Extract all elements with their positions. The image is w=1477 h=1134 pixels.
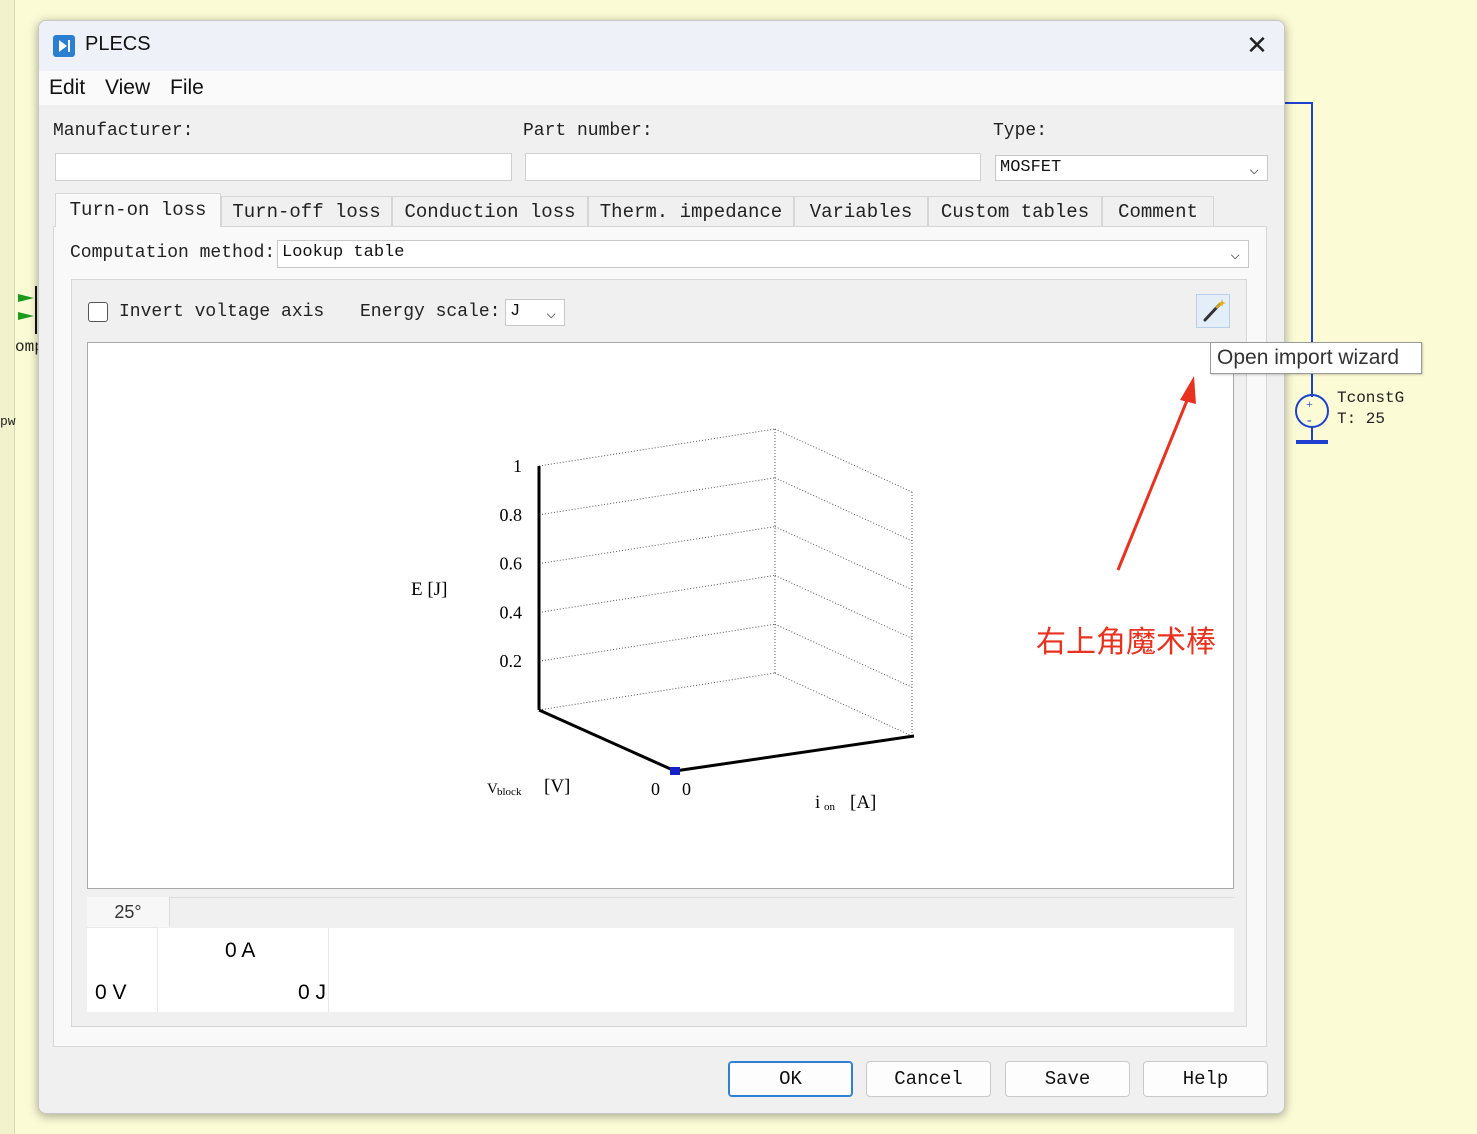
window-title: PLECS	[85, 33, 151, 55]
z-gridline	[774, 477, 913, 542]
z-gridline	[774, 526, 913, 591]
part-number-input[interactable]	[525, 153, 981, 181]
component-name: TconstG	[1337, 389, 1405, 407]
save-button[interactable]: Save	[1005, 1061, 1130, 1097]
invert-voltage-checkbox[interactable]	[88, 302, 108, 322]
energy-scale-label: Energy scale:	[360, 302, 501, 322]
svg-text:i: i	[815, 792, 820, 813]
energy-value-cell[interactable]: 0 J	[298, 981, 326, 1005]
energy-3d-axes: 1 0.8 0.6 0.4 0.2 E [J] V block [V] i on [A]…	[411, 428, 915, 813]
menu-view[interactable]: View	[105, 76, 150, 100]
z-gridline	[538, 623, 776, 662]
svg-text:[V]: [V]	[544, 776, 570, 797]
magic-wand-icon	[1203, 299, 1226, 322]
component-param: T: 25	[1337, 410, 1386, 428]
energy-scale-select[interactable]: J ⌵	[505, 299, 565, 326]
z-axis-label: E [J]	[411, 579, 447, 600]
type-label: Type:	[993, 121, 1048, 141]
manufacturer-input[interactable]	[55, 153, 512, 181]
tab-comment[interactable]: Comment	[1102, 196, 1214, 226]
z-gridline	[538, 477, 776, 516]
z-tick-label: 0.6	[500, 554, 523, 574]
z-tick-label: 0.8	[500, 505, 523, 525]
annotation-text: 右上角魔术棒	[1036, 626, 1216, 659]
tab-variables[interactable]: Variables	[794, 196, 928, 226]
table-divider	[87, 927, 157, 928]
tab-conduction-loss[interactable]: Conduction loss	[392, 196, 588, 226]
close-icon[interactable]: ✕	[1243, 31, 1271, 59]
table-divider	[328, 927, 329, 1012]
v-axis-label: V block [V]	[487, 776, 570, 798]
voltage-row-cell[interactable]: 0 V	[95, 981, 127, 1005]
z-gridline	[538, 526, 776, 565]
plecs-dialog: PLECS ✕ Edit View File Manufacturer: Par…	[38, 20, 1285, 1114]
v-origin-tick: 0	[651, 779, 660, 799]
menu-bar	[39, 71, 1284, 105]
tab-custom-tables[interactable]: Custom tables	[928, 196, 1102, 226]
z-tick-label: 0.4	[500, 602, 523, 622]
help-button[interactable]: Help	[1143, 1061, 1268, 1097]
schematic-edge	[0, 0, 15, 1134]
z-gridline	[774, 623, 913, 688]
energy-scale-value: J	[510, 302, 521, 321]
type-select-value: MOSFET	[1000, 158, 1062, 177]
menu-edit[interactable]: Edit	[49, 76, 85, 100]
i-axis-label: i on [A]	[815, 792, 876, 813]
table-tab-bar	[87, 897, 1234, 928]
title-bar	[39, 21, 1284, 71]
z-tick-label: 0.2	[500, 651, 523, 671]
z-gridline	[774, 672, 913, 737]
temperature-tab[interactable]: 25°	[87, 897, 170, 927]
z-gridline	[538, 672, 776, 711]
svg-text:-: -	[1307, 413, 1312, 428]
part-number-label: Part number:	[523, 121, 653, 141]
import-wizard-button[interactable]	[1196, 294, 1230, 328]
z-gridline	[774, 574, 913, 639]
manufacturer-label: Manufacturer:	[53, 121, 194, 141]
menu-file[interactable]: File	[170, 76, 204, 100]
cancel-button[interactable]: Cancel	[866, 1061, 991, 1097]
chevron-down-icon: ⌵	[1230, 246, 1240, 264]
i-origin-tick: 0	[682, 779, 691, 799]
chevron-down-icon: ⌵	[1249, 161, 1259, 179]
tab-turn-off-loss[interactable]: Turn-off loss	[221, 196, 392, 226]
type-select[interactable]: MOSFET ⌵	[995, 155, 1268, 181]
i-axis-line	[674, 734, 915, 773]
computation-method-value: Lookup table	[282, 243, 405, 262]
z-gridline	[538, 574, 776, 613]
computation-method-label: Computation method:	[70, 243, 276, 263]
v-axis-line	[538, 708, 676, 773]
tab-therm-impedance[interactable]: Therm. impedance	[588, 196, 794, 226]
tab-turn-on-loss[interactable]: Turn-on loss	[55, 193, 221, 227]
schematic-label-fragment: pw	[0, 414, 16, 429]
svg-text:on: on	[824, 801, 836, 813]
chevron-down-icon: ⌵	[546, 305, 556, 323]
table-divider	[157, 927, 158, 1012]
data-point	[670, 767, 680, 775]
svg-text:[A]: [A]	[850, 792, 876, 813]
computation-method-select[interactable]: Lookup table ⌵	[277, 240, 1249, 268]
import-wizard-tooltip: Open import wizard	[1210, 342, 1422, 374]
current-header-cell[interactable]: 0 A	[225, 939, 255, 963]
z-gridline	[538, 428, 776, 467]
plecs-app-icon	[53, 35, 75, 57]
svg-text:+: +	[1306, 397, 1313, 411]
svg-text:block: block	[497, 786, 522, 798]
annotation-arrow	[1116, 376, 1196, 571]
ok-button[interactable]: OK	[728, 1061, 853, 1097]
z-gridline	[774, 428, 913, 493]
z-tick-label: 1	[513, 456, 522, 476]
energy-plot: 1 0.8 0.6 0.4 0.2 E [J] V block [V] i on [A]…	[87, 342, 1234, 889]
schematic-wire: + -	[1280, 102, 1329, 444]
invert-voltage-label: Invert voltage axis	[119, 302, 325, 322]
